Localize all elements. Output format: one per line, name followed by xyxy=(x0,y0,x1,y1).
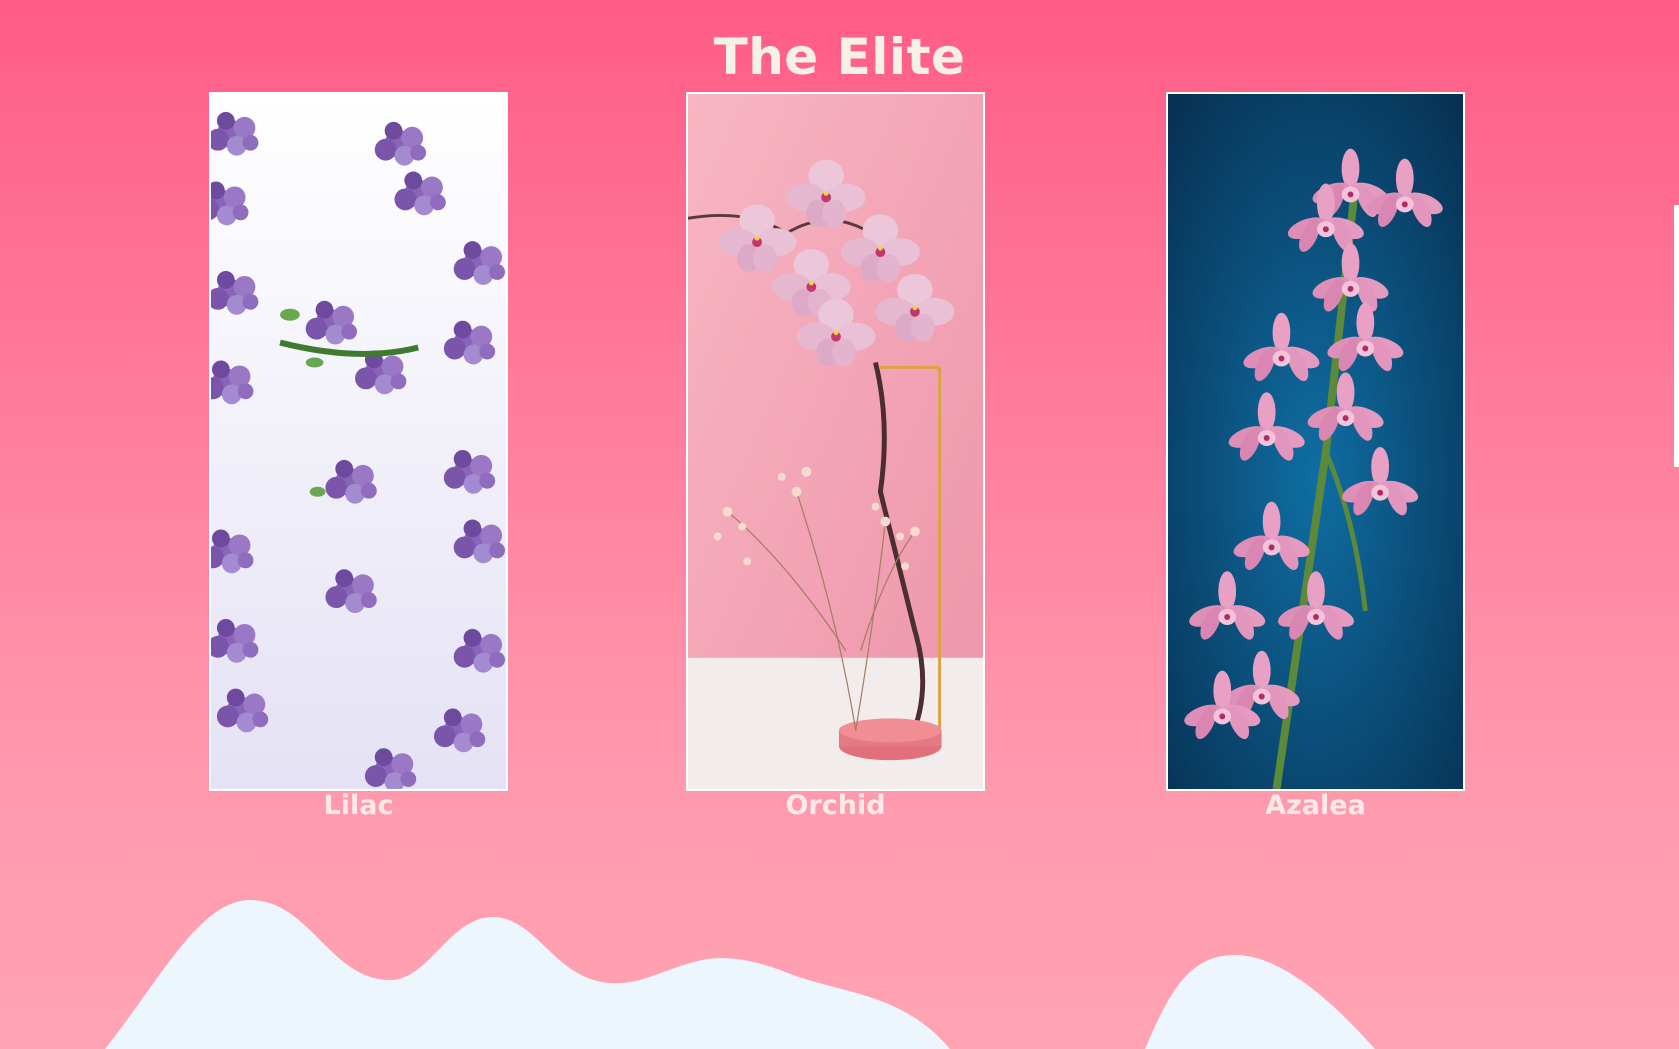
card-label-orchid: Orchid xyxy=(785,790,886,821)
gallery-card-orchid[interactable] xyxy=(686,92,985,791)
card-label-azalea: Azalea xyxy=(1265,790,1366,821)
lilac-photo xyxy=(211,94,506,789)
gallery-card-azalea[interactable] xyxy=(1166,92,1465,791)
card-label-lilac: Lilac xyxy=(323,790,394,821)
wave-decoration xyxy=(105,900,1375,1049)
scrollbar-thumb[interactable] xyxy=(1674,205,1679,467)
gallery-card-lilac[interactable] xyxy=(209,92,508,791)
page-title: The Elite xyxy=(713,28,966,86)
orchid-photo xyxy=(688,94,983,789)
azalea-photo xyxy=(1168,94,1463,789)
